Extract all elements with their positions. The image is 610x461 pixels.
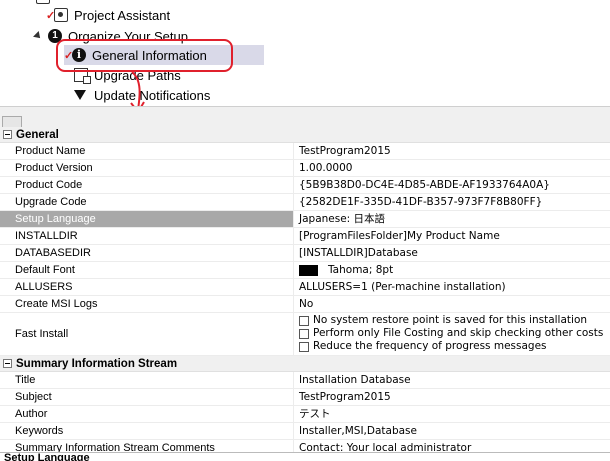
property-value[interactable]: [ProgramFilesFolder]My Product Name (294, 228, 610, 244)
fast-install-option[interactable]: Reduce the frequency of progress message… (299, 340, 610, 353)
property-value[interactable]: No (294, 296, 610, 312)
property-row[interactable]: DATABASEDIR [INSTALLDIR]Database (0, 245, 610, 262)
property-name: ALLUSERS (0, 279, 294, 295)
property-value[interactable]: {2582DE1F-335D-41DF-B357-973F7F8B80FF} (294, 194, 610, 210)
property-name: Product Name (0, 143, 294, 159)
property-name: Keywords (0, 423, 294, 439)
property-name: Upgrade Code (0, 194, 294, 210)
property-name: Title (0, 372, 294, 388)
option-label: Reduce the frequency of progress message… (313, 340, 547, 352)
property-row[interactable]: Subject TestProgram2015 (0, 389, 610, 406)
expand-arrow-icon[interactable] (33, 31, 43, 41)
description-title: Setup Language (4, 452, 90, 461)
property-value[interactable]: Japanese: 日本語 (294, 211, 610, 227)
property-grid: General Product Name TestProgram2015 Pro… (0, 127, 610, 457)
property-row[interactable]: Default Font Tahoma; 8pt (0, 262, 610, 279)
upgrade-paths-icon (74, 68, 91, 84)
checkbox[interactable] (299, 341, 309, 352)
property-row-fast-install[interactable]: Fast Install No system restore point is … (0, 313, 610, 356)
option-label: No system restore point is saved for thi… (313, 314, 588, 326)
property-row[interactable]: Create MSI Logs No (0, 296, 610, 313)
fast-install-option[interactable]: No system restore point is saved for thi… (299, 314, 610, 327)
property-row[interactable]: Product Code {5B9B38D0-DC4E-4D85-ABDE-AF… (0, 177, 610, 194)
property-row[interactable]: Title Installation Database (0, 372, 610, 389)
tree-item-label: Organize Your Setup (68, 28, 188, 44)
collapse-icon[interactable] (3, 130, 12, 139)
property-row[interactable]: INSTALLDIR [ProgramFilesFolder]My Produc… (0, 228, 610, 245)
property-name: Setup Language (0, 211, 294, 227)
property-row-selected[interactable]: Setup Language Japanese: 日本語 (0, 211, 610, 228)
property-value-font[interactable]: Tahoma; 8pt (294, 262, 610, 278)
property-name: Subject (0, 389, 294, 405)
property-name: Create MSI Logs (0, 296, 294, 312)
check-icon: ✓ (46, 9, 56, 22)
tree-item-label: Project Assistant (74, 7, 171, 23)
collapse-icon[interactable] (3, 359, 12, 368)
info-icon: i (72, 48, 86, 62)
property-name: Fast Install (0, 313, 294, 355)
property-name: Product Version (0, 160, 294, 176)
property-row[interactable]: Upgrade Code {2582DE1F-335D-41DF-B357-97… (0, 194, 610, 211)
property-value[interactable]: TestProgram2015 (294, 143, 610, 159)
property-row[interactable]: Keywords Installer,MSI,Database (0, 423, 610, 440)
property-name: INSTALLDIR (0, 228, 294, 244)
category-title: General (16, 128, 59, 141)
category-summary-information-stream[interactable]: Summary Information Stream (0, 356, 610, 372)
checkbox[interactable] (299, 328, 309, 339)
funnel-icon (74, 90, 86, 100)
fast-install-options: No system restore point is saved for thi… (294, 313, 610, 355)
property-row[interactable]: ALLUSERS ALLUSERS=1 (Per-machine install… (0, 279, 610, 296)
property-row[interactable]: Author テスト (0, 406, 610, 423)
property-value[interactable]: Installer,MSI,Database (294, 423, 610, 439)
category-title: Summary Information Stream (16, 357, 178, 370)
property-value[interactable]: 1.00.0000 (294, 160, 610, 176)
property-value[interactable]: テスト (294, 406, 610, 422)
grid-toolbar (0, 106, 610, 128)
fast-install-option[interactable]: Perform only File Costing and skip check… (299, 327, 610, 340)
property-name: Author (0, 406, 294, 422)
property-value[interactable]: ALLUSERS=1 (Per-machine installation) (294, 279, 610, 295)
property-name: DATABASEDIR (0, 245, 294, 261)
font-value: Tahoma; 8pt (328, 264, 394, 276)
property-row[interactable]: Product Version 1.00.0000 (0, 160, 610, 177)
check-icon: ✓ (64, 49, 74, 62)
property-value[interactable]: Installation Database (294, 372, 610, 388)
option-label: Perform only File Costing and skip check… (313, 327, 604, 339)
property-value[interactable]: TestProgram2015 (294, 389, 610, 405)
tree-item-organize-your-setup[interactable]: 1 Organize Your Setup (33, 26, 188, 46)
checkbox[interactable] (299, 315, 309, 326)
project-assistant-icon (54, 8, 68, 22)
property-row[interactable]: Product Name TestProgram2015 (0, 143, 610, 160)
property-name: Default Font (0, 262, 294, 278)
partial-icon (36, 0, 50, 4)
tree-item-label: General Information (92, 47, 207, 63)
tree-item-general-information[interactable]: ✓ i General Information (64, 45, 264, 65)
property-value[interactable]: {5B9B38D0-DC4E-4D85-ABDE-AF1933764A0A} (294, 177, 610, 193)
property-name: Product Code (0, 177, 294, 193)
property-value[interactable]: [INSTALLDIR]Database (294, 245, 610, 261)
description-pane: Setup Language (0, 452, 610, 461)
category-general[interactable]: General (0, 127, 610, 143)
step-1-icon: 1 (48, 29, 62, 43)
tree-item-project-assistant[interactable]: ✓ Project Assistant (46, 5, 170, 25)
font-color-swatch (299, 264, 318, 276)
